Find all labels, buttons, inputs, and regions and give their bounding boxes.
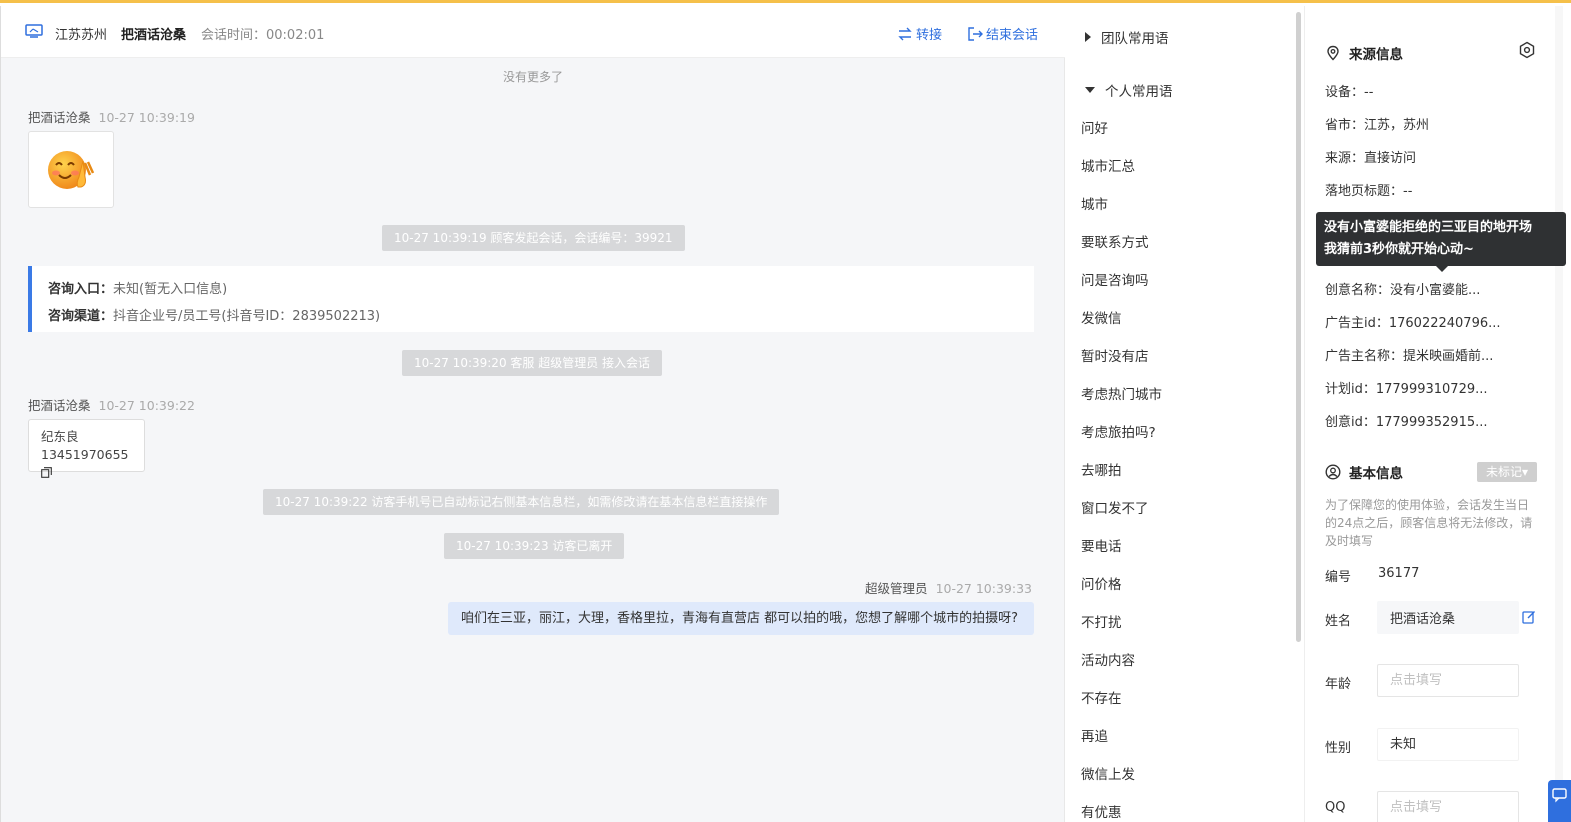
message-time: 10-27 10:39:22	[98, 398, 195, 413]
personal-phrases-group[interactable]: 个人常用语	[1085, 80, 1173, 100]
monitor-icon	[25, 24, 43, 38]
contact-name: 纪东良	[41, 429, 79, 444]
phrase-item[interactable]: 去哪拍	[1081, 459, 1122, 479]
transfer-label: 转接	[916, 28, 943, 43]
no-more-history: 没有更多了	[502, 70, 563, 84]
phrase-item[interactable]: 问好	[1081, 117, 1108, 137]
transfer-button[interactable]: 转接	[897, 24, 942, 43]
sender-name: 把酒话沧桑	[28, 398, 91, 413]
qq-label: QQ	[1325, 800, 1346, 815]
edit-icon[interactable]	[1522, 610, 1536, 624]
phrase-item[interactable]: 城市	[1081, 193, 1108, 213]
agent-message-time: 10-27 10:39:33	[935, 581, 1032, 596]
phrase-item[interactable]: 不存在	[1081, 687, 1122, 707]
gender-select[interactable]: 未知	[1377, 728, 1519, 761]
mark-status-dropdown[interactable]: 未标记▾	[1477, 462, 1537, 482]
creative-name-tooltip: 没有小富婆能拒绝的三亚目的地开场 我猜前3秒你就开始心动~	[1316, 212, 1566, 272]
phrase-item[interactable]: 要电话	[1081, 535, 1122, 555]
sender-name: 把酒话沧桑	[28, 110, 91, 125]
system-message: 10-27 10:39:22 访客手机号已自动标记右侧基本信息栏，如需修改请在基…	[263, 489, 780, 515]
caret-down-icon	[1085, 87, 1095, 93]
visitor-name: 把酒话沧桑	[121, 28, 187, 43]
age-label: 年龄	[1325, 677, 1352, 692]
message-meta: 把酒话沧桑 10-27 10:39:22	[28, 395, 195, 414]
phrase-item[interactable]: 窗口发不了	[1081, 497, 1149, 517]
phrase-item[interactable]: 发微信	[1081, 307, 1122, 327]
sticker-message[interactable]	[28, 131, 114, 208]
source-province: 省市：江苏，苏州	[1325, 118, 1430, 133]
transfer-icon	[898, 27, 912, 40]
source-channel: 来源：直接访问	[1325, 151, 1417, 166]
phrase-item[interactable]: 问价格	[1081, 573, 1122, 593]
source-advertiser-id: 广告主id：176022240796...	[1325, 316, 1501, 331]
contact-phone: 13451970655	[41, 447, 129, 462]
name-label: 姓名	[1325, 614, 1352, 629]
phrase-item[interactable]: 再追	[1081, 725, 1108, 745]
source-landing-title: 落地页标题：--	[1325, 184, 1413, 199]
chat-header: 江苏苏州 把酒话沧桑 会话时间：00:02:01 转接 结束会话	[1, 6, 1065, 58]
agent-message-meta: 超级管理员 10-27 10:39:33	[865, 578, 1032, 597]
floating-chat-button[interactable]	[1548, 780, 1571, 822]
quick-phrases-panel: 团队常用语 个人常用语 问好 城市汇总 城市 要联系方式 问是咨询吗 发微信 暂…	[1065, 6, 1305, 822]
phrases-scrollbar[interactable]	[1296, 12, 1301, 642]
source-creative-name[interactable]: 创意名称：没有小富婆能...	[1325, 279, 1480, 298]
source-info-title: 来源信息	[1325, 43, 1403, 63]
top-accent-line	[0, 0, 1571, 3]
user-circle-icon	[1325, 464, 1341, 480]
phrase-item[interactable]: 问是咨询吗	[1081, 269, 1149, 289]
exit-icon	[968, 26, 983, 41]
phrase-item[interactable]: 暂时没有店	[1081, 345, 1149, 365]
contact-phone-row: 13451970655	[41, 446, 132, 482]
team-phrases-group[interactable]: 团队常用语	[1085, 27, 1169, 47]
location-pin-icon	[1327, 45, 1339, 61]
id-value: 36177	[1378, 566, 1420, 581]
end-session-button[interactable]: 结束会话	[967, 24, 1038, 43]
agent-message-bubble: 咱们在三亚，丽江，大理，香格里拉，青海有直营店 都可以拍的哦，您想了解哪个城市的…	[448, 602, 1034, 635]
agent-name: 超级管理员	[865, 581, 928, 596]
source-advertiser-name: 广告主名称：提米映画婚前...	[1325, 349, 1494, 364]
session-time: 会话时间：00:02:01	[201, 28, 325, 43]
contact-card-message[interactable]: 纪东良 13451970655	[28, 419, 145, 478]
age-input[interactable]	[1377, 664, 1519, 697]
phrase-item[interactable]: 活动内容	[1081, 649, 1135, 669]
phrase-item[interactable]: 考虑旅拍吗?	[1081, 421, 1156, 441]
visitor-region: 江苏苏州	[55, 28, 108, 43]
system-message: 10-27 10:39:19 顾客发起会话，会话编号：39921	[382, 225, 685, 251]
source-device: 设备：--	[1325, 85, 1374, 100]
system-message: 10-27 10:39:23 访客已离开	[444, 533, 625, 559]
message-time: 10-27 10:39:19	[98, 110, 195, 125]
copy-icon[interactable]	[41, 467, 52, 478]
source-creative-id: 创意id：177999352915...	[1325, 415, 1488, 430]
phrase-item[interactable]: 不打扰	[1081, 611, 1122, 631]
phrase-item[interactable]: 有优惠	[1081, 801, 1122, 821]
qq-input[interactable]	[1377, 791, 1519, 822]
end-session-label: 结束会话	[986, 28, 1039, 43]
phrase-item[interactable]: 要联系方式	[1081, 231, 1149, 251]
chat-bubble-icon	[1552, 788, 1567, 803]
team-phrases-label: 团队常用语	[1101, 31, 1169, 47]
chat-panel: 江苏苏州 把酒话沧桑 会话时间：00:02:01 转接 结束会话 没有更多了 把…	[0, 6, 1065, 822]
consult-info-card: 咨询入口：未知(暂无入口信息) 咨询渠道：抖音企业号/员工号(抖音号ID：283…	[28, 266, 1034, 332]
name-field[interactable]	[1377, 601, 1519, 634]
consult-channel-row: 咨询渠道：抖音企业号/员工号(抖音号ID：2839502213)	[48, 309, 381, 324]
phrase-item[interactable]: 考虑热门城市	[1081, 383, 1162, 403]
caret-right-icon	[1085, 32, 1091, 42]
consult-entry-row: 咨询入口：未知(暂无入口信息)	[48, 282, 228, 297]
settings-icon[interactable]	[1518, 41, 1536, 59]
edit-deadline-note: 为了保障您的使用体验，会话发生当日的24点之后，顾客信息将无法修改，请及时填写	[1325, 498, 1533, 548]
system-message: 10-27 10:39:20 客服 超级管理员 接入会话	[402, 350, 663, 376]
message-meta: 把酒话沧桑 10-27 10:39:19	[28, 107, 195, 126]
basic-info-title: 基本信息	[1325, 462, 1403, 482]
source-plan-id: 计划id：177999310729...	[1325, 382, 1488, 397]
id-label: 编号	[1325, 570, 1352, 585]
gender-label: 性别	[1325, 741, 1352, 756]
phrase-item[interactable]: 微信上发	[1081, 763, 1135, 783]
personal-phrases-label: 个人常用语	[1105, 84, 1173, 100]
phrase-item[interactable]: 城市汇总	[1081, 155, 1135, 175]
info-scrollbar[interactable]	[1555, 6, 1563, 822]
waving-smiley-icon	[48, 150, 95, 189]
visitor-info-panel: 来源信息 设备：-- 省市：江苏，苏州 来源：直接访问 落地页标题：-- 创意名…	[1305, 6, 1571, 822]
